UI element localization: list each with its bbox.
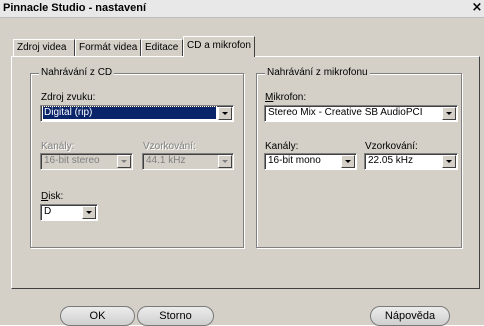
ok-button[interactable]: OK bbox=[60, 306, 135, 326]
tab-video-source[interactable]: Zdroj videa bbox=[13, 39, 75, 56]
help-button[interactable]: Nápověda bbox=[370, 306, 450, 326]
chevron-down-icon[interactable] bbox=[442, 107, 456, 120]
tab-cd-microphone[interactable]: CD a mikrofon bbox=[183, 36, 255, 57]
audio-source-label: Zdroj zvuku: bbox=[41, 92, 96, 103]
cd-channels-select: 16-bit stereo bbox=[40, 153, 133, 170]
cd-channels-value: 16-bit stereo bbox=[44, 155, 100, 166]
cd-group-legend: Nahrávání z CD bbox=[39, 67, 115, 78]
mic-channels-value: 16-bit mono bbox=[268, 155, 321, 166]
chevron-down-icon[interactable] bbox=[218, 107, 232, 120]
title-bar: Pinnacle Studio - nastavení × bbox=[0, 0, 484, 18]
microphone-label: Mikrofon: bbox=[265, 92, 306, 103]
mic-sampling-label: Vzorkování: bbox=[365, 141, 418, 152]
tab-panel: Nahrávání z CD Zdroj zvuku: Digital (rip… bbox=[11, 56, 480, 289]
disk-select[interactable]: D bbox=[40, 204, 98, 221]
audio-source-value: Digital (rip) bbox=[42, 106, 217, 120]
chevron-down-icon[interactable] bbox=[341, 155, 355, 168]
cd-sampling-label: Vzorkování: bbox=[143, 141, 196, 152]
close-icon[interactable]: × bbox=[470, 1, 484, 15]
disk-label-text: isk: bbox=[48, 191, 64, 202]
cd-sampling-select: 44.1 kHz bbox=[142, 153, 234, 170]
chevron-down-icon bbox=[218, 155, 232, 168]
mic-group-legend: Nahrávání z mikrofonu bbox=[265, 67, 370, 78]
audio-source-select[interactable]: Digital (rip) bbox=[40, 105, 234, 122]
mic-sampling-select[interactable]: 22.05 kHz bbox=[364, 153, 458, 170]
window-title: Pinnacle Studio - nastavení bbox=[3, 2, 147, 14]
tab-editing[interactable]: Editace bbox=[141, 39, 183, 56]
mic-sampling-value: 22.05 kHz bbox=[368, 155, 414, 166]
chevron-down-icon[interactable] bbox=[82, 206, 96, 219]
chevron-down-icon bbox=[117, 155, 131, 168]
disk-value: D bbox=[44, 206, 52, 217]
microphone-value: Stereo Mix - Creative SB AudioPCI bbox=[268, 107, 423, 118]
tab-video-format[interactable]: Formát videa bbox=[75, 39, 141, 56]
cancel-button[interactable]: Storno bbox=[137, 306, 214, 326]
mic-channels-select[interactable]: 16-bit mono bbox=[264, 153, 357, 170]
microphone-label-text: ikrofon: bbox=[273, 92, 307, 103]
cd-channels-label: Kanály: bbox=[41, 141, 75, 152]
mic-channels-label: Kanály: bbox=[265, 141, 299, 152]
chevron-down-icon[interactable] bbox=[442, 155, 456, 168]
disk-label: Disk: bbox=[41, 191, 63, 202]
microphone-select[interactable]: Stereo Mix - Creative SB AudioPCI bbox=[264, 105, 458, 122]
cd-sampling-value: 44.1 kHz bbox=[146, 155, 186, 166]
settings-dialog: Pinnacle Studio - nastavení × Zdroj vide… bbox=[0, 0, 484, 326]
